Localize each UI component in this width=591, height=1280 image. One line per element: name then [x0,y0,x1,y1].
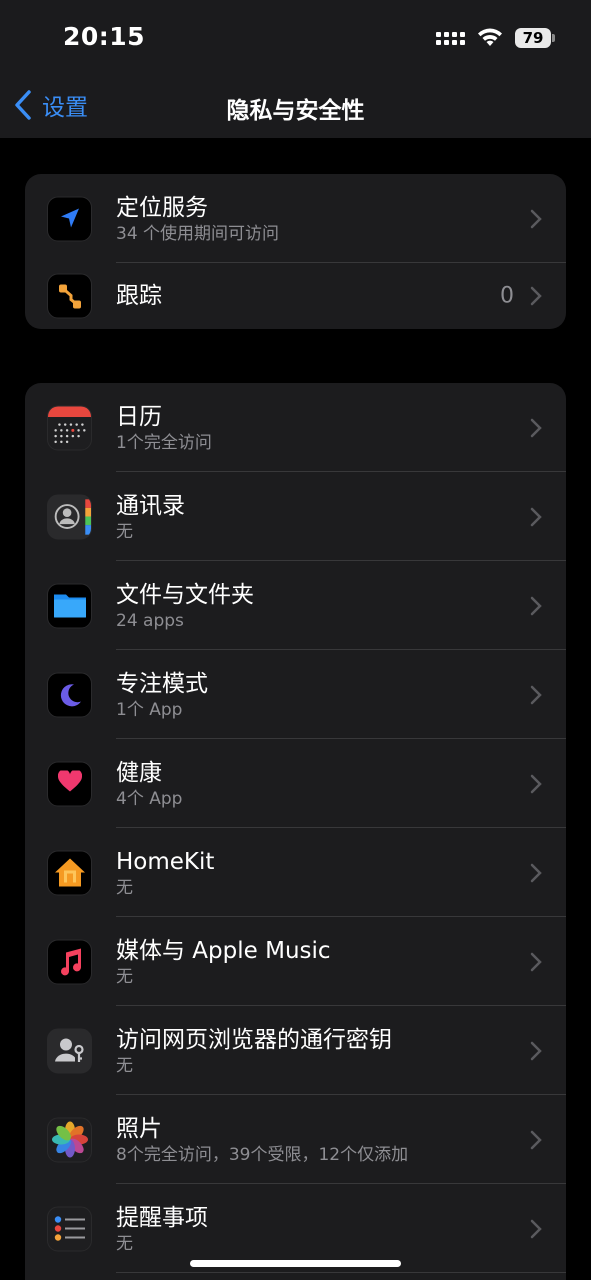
tracking-count: 0 [500,283,514,309]
settings-group-permissions: 日历 1个完全访问 通讯录 无 文件与文件夹 24 apps 专注模式 1个 A… [25,383,566,1280]
list-item-files[interactable]: 文件与文件夹 24 apps [25,561,566,650]
list-item-subtitle: 34 个使用期间可访问 [116,223,280,244]
list-item-media-apple-music[interactable]: 媒体与 Apple Music 无 [25,917,566,1006]
list-item-location-services[interactable]: 定位服务 34 个使用期间可访问 [25,174,566,263]
chevron-right-icon [530,507,542,526]
list-item-subtitle: 1个完全访问 [116,432,212,453]
chevron-right-icon [530,596,542,615]
settings-group-location: 定位服务 34 个使用期间可访问 跟踪 0 [25,174,566,329]
chevron-right-icon [530,685,542,704]
list-item-subtitle: 无 [116,877,133,898]
reminders-icon [47,1206,92,1251]
list-item-subtitle: 24 apps [116,610,184,631]
chevron-right-icon [530,774,542,793]
list-item-title: 媒体与 Apple Music [116,937,331,964]
home-icon [47,850,92,895]
chevron-right-icon [530,286,542,306]
chevron-right-icon [530,1219,542,1238]
list-item-focus[interactable]: 专注模式 1个 App [25,650,566,739]
battery-icon: 79 [515,28,555,48]
chevron-right-icon [530,863,542,882]
navigation-bar: 设置 隐私与安全性 [0,80,591,138]
photos-icon [47,1117,92,1162]
list-item-subtitle: 无 [116,1055,133,1076]
passkey-icon [47,1028,92,1073]
status-time: 20:15 [63,22,146,51]
wifi-icon [478,28,502,46]
row-separator [116,1272,566,1273]
chevron-right-icon [530,209,542,228]
home-indicator[interactable] [190,1260,401,1267]
heart-icon [47,761,92,806]
cellular-signal-icon [436,31,465,45]
page-title: 隐私与安全性 [226,98,365,124]
list-item-calendar[interactable]: 日历 1个完全访问 [25,383,566,472]
location-arrow-icon [47,196,92,241]
list-item-title: 定位服务 [116,194,208,221]
list-item-title: 专注模式 [116,670,208,697]
list-item-title: 访问网页浏览器的通行密钥 [116,1026,392,1053]
list-item-homekit[interactable]: HomeKit 无 [25,828,566,917]
list-item-passkeys[interactable]: 访问网页浏览器的通行密钥 无 [25,1006,566,1095]
battery-level: 79 [522,29,544,47]
list-item-title: 日历 [116,403,162,430]
list-item-tracking[interactable]: 跟踪 0 [25,263,566,329]
list-item-subtitle: 8个完全访问，39个受限，12个仅添加 [116,1144,409,1165]
chevron-right-icon [530,418,542,437]
tracking-icon [47,273,92,319]
folder-icon [47,583,92,628]
list-item-title: 文件与文件夹 [116,581,254,608]
list-item-title: HomeKit [116,848,215,875]
chevron-right-icon [530,1130,542,1149]
chevron-right-icon [530,1041,542,1060]
list-item-health[interactable]: 健康 4个 App [25,739,566,828]
calendar-icon [47,405,92,450]
list-item-title: 照片 [116,1115,162,1142]
list-item-title: 提醒事项 [116,1204,208,1231]
list-item-subtitle: 1个 App [116,699,183,720]
status-icons: 79 [436,28,555,48]
list-item-title: 健康 [116,759,162,786]
list-item-subtitle: 无 [116,521,133,542]
status-bar: 20:15 79 [0,0,591,80]
list-item-title: 通讯录 [116,492,185,519]
contacts-icon [47,494,92,539]
chevron-right-icon [530,952,542,971]
list-item-subtitle: 4个 App [116,788,183,809]
moon-icon [47,672,92,717]
list-item-subtitle: 无 [116,1233,133,1254]
list-item-contacts[interactable]: 通讯录 无 [25,472,566,561]
list-item-title: 跟踪 [116,283,162,309]
list-item-photos[interactable]: 照片 8个完全访问，39个受限，12个仅添加 [25,1095,566,1184]
list-item-subtitle: 无 [116,966,133,987]
music-note-icon [47,939,92,984]
